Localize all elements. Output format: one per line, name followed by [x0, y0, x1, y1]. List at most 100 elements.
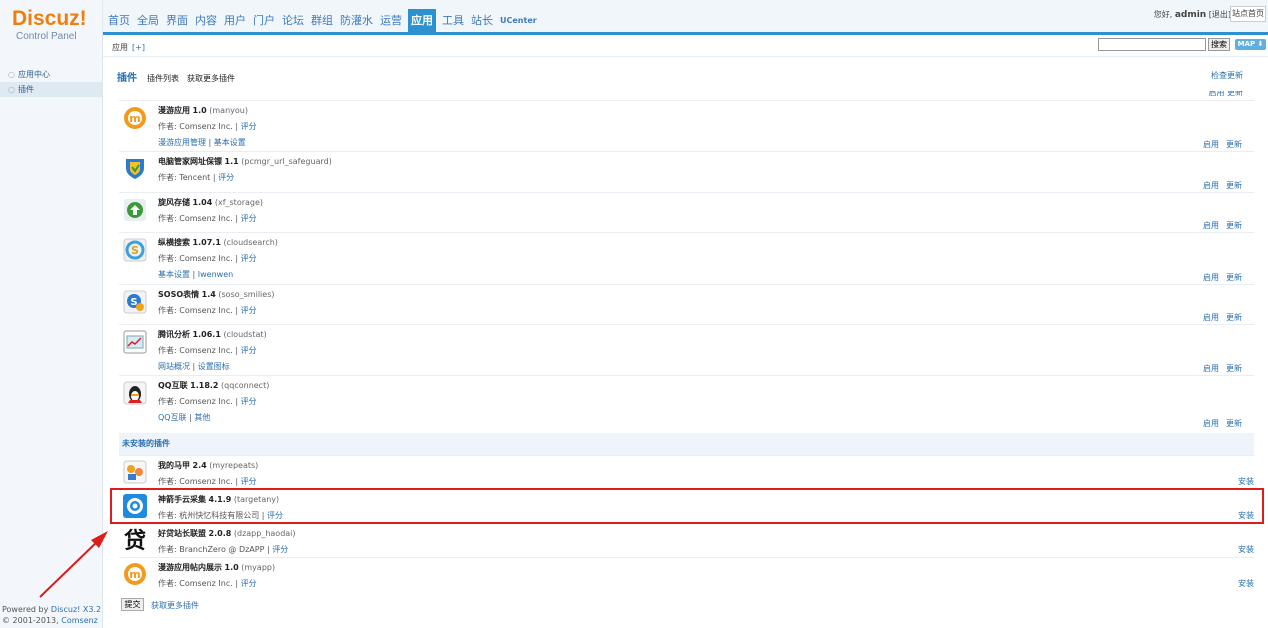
- update-link[interactable]: 更新: [1226, 273, 1242, 282]
- nav-item[interactable]: 论坛: [281, 9, 305, 33]
- plugin-actions: 启用 更新: [1203, 180, 1242, 191]
- plugin-links: 基本设置 | Iwenwen: [158, 270, 234, 279]
- site-home-button[interactable]: 站点首页: [1230, 6, 1266, 22]
- plugin-icon: m: [123, 562, 147, 586]
- nav-item[interactable]: 应用: [408, 9, 436, 33]
- get-more-plugins-link[interactable]: 获取更多插件: [151, 600, 199, 611]
- plugin-title: 好贷站长联盟: [158, 529, 206, 538]
- plugin-row: m 漫游应用 1.0 (manyou) 作者: Comsenz Inc. | 评分漫…: [119, 100, 1254, 151]
- check-update-link[interactable]: 检查更新: [1211, 70, 1243, 81]
- svg-text:m: m: [129, 568, 140, 581]
- nav-item[interactable]: 用户: [223, 9, 247, 33]
- map-button[interactable]: MAP ⬇: [1235, 39, 1266, 50]
- nav-item[interactable]: 全局: [136, 9, 160, 33]
- plugin-row: 电脑管家网址保镖 1.1 (pcmgr_url_safeguard) 作者: Te…: [119, 151, 1254, 192]
- enable-link[interactable]: 启用: [1203, 273, 1219, 282]
- rate-link[interactable]: 评分: [218, 173, 234, 182]
- plugin-link[interactable]: 网站概况: [158, 362, 190, 371]
- plugin-link[interactable]: Iwenwen: [198, 270, 233, 279]
- nav-item[interactable]: 内容: [194, 9, 218, 33]
- clipped-actions: 启用 更新: [1208, 91, 1243, 97]
- update-link[interactable]: 更新: [1226, 313, 1242, 322]
- nav-item[interactable]: 工具: [441, 9, 465, 33]
- update-link[interactable]: 更新: [1226, 221, 1242, 230]
- username: admin: [1174, 10, 1207, 20]
- plugin-name: 漫游应用 1.0 (manyou): [158, 105, 248, 116]
- update-link[interactable]: 更新: [1226, 419, 1242, 428]
- sub-bar: 应用 [+] 搜索 MAP ⬇: [103, 35, 1268, 57]
- enable-link[interactable]: 启用: [1203, 364, 1219, 373]
- enable-link[interactable]: 启用: [1203, 181, 1219, 190]
- rate-link[interactable]: 评分: [272, 545, 288, 554]
- top-bar: 首页 全局 界面 内容 用户 门户 论坛 群组 防灌水 运营 应用 工具 站长 UCenter 您好, a…: [103, 0, 1268, 35]
- rate-link[interactable]: 评分: [241, 397, 257, 406]
- plugin-id: (soso_smilies): [218, 290, 275, 299]
- sidebar-menu: ○ 应用中心 ○ 插件: [0, 67, 102, 97]
- powered-by: Powered by Discuz! X3.2 © 2001-2013, Com…: [2, 604, 102, 628]
- plugin-link[interactable]: 基本设置: [158, 270, 190, 279]
- plugin-row: S 纵横搜索 1.07.1 (cloudsearch) 作者: Comsenz In…: [119, 232, 1254, 284]
- nav-item[interactable]: 首页: [107, 9, 131, 33]
- plugin-version: 2.0.8: [208, 529, 232, 538]
- nav-item[interactable]: 运营: [379, 9, 403, 33]
- enable-link[interactable]: 启用: [1203, 313, 1219, 322]
- rate-link[interactable]: 评分: [241, 254, 257, 263]
- sidebar-item-plugins[interactable]: ○ 插件: [0, 82, 102, 97]
- plugin-name: 好贷站长联盟 2.0.8 (dzapp_haodai): [158, 528, 296, 539]
- rate-link[interactable]: 评分: [241, 579, 257, 588]
- page-title: 插件: [117, 73, 137, 84]
- plugin-link[interactable]: 其他: [194, 413, 210, 422]
- nav-item[interactable]: 界面: [165, 9, 189, 33]
- add-shortcut-link[interactable]: [+]: [132, 43, 145, 52]
- author-text: 作者: Comsenz Inc.: [158, 579, 233, 588]
- tab-plugin-list[interactable]: 插件列表: [147, 74, 179, 83]
- plugin-title: 电脑管家网址保镖: [158, 157, 222, 166]
- rate-link[interactable]: 评分: [241, 122, 257, 131]
- tab-get-more[interactable]: 获取更多插件: [187, 74, 235, 83]
- rate-link[interactable]: 评分: [241, 306, 257, 315]
- discuz-logo[interactable]: Discuz!: [12, 7, 87, 31]
- plugin-author: 作者: Comsenz Inc. | 评分: [158, 397, 257, 406]
- logout-link[interactable]: [退出]: [1209, 10, 1231, 19]
- author-text: 作者: Comsenz Inc.: [158, 397, 233, 406]
- nav-item[interactable]: UCenter: [499, 9, 538, 33]
- install-link[interactable]: 安装: [1238, 476, 1254, 487]
- plugin-link[interactable]: 设置图标: [198, 362, 230, 371]
- submit-button[interactable]: 提交: [121, 598, 144, 611]
- plugin-actions: 启用 更新: [1203, 220, 1242, 231]
- search-button[interactable]: 搜索: [1208, 38, 1230, 51]
- plugin-version: 1.06.1: [192, 330, 221, 339]
- search-input[interactable]: [1098, 38, 1206, 51]
- plugin-link[interactable]: QQ互联: [158, 413, 187, 422]
- uninstalled-plugin-row: m 漫游应用帖内展示 1.0 (myapp) 作者: Comsenz Inc. | …: [119, 557, 1254, 591]
- enable-link[interactable]: 启用: [1203, 221, 1219, 230]
- svg-text:m: m: [129, 112, 140, 125]
- plugin-author: 作者: Comsenz Inc. | 评分: [158, 579, 257, 588]
- breadcrumb: 应用 [+]: [112, 42, 145, 53]
- plugin-id: (dzapp_haodai): [233, 529, 296, 538]
- sidebar-item-app-center[interactable]: ○ 应用中心: [0, 67, 102, 82]
- nav-item[interactable]: 群组: [310, 9, 334, 33]
- update-link[interactable]: 更新: [1226, 181, 1242, 190]
- rate-link[interactable]: 评分: [241, 214, 257, 223]
- plugin-link[interactable]: 漫游应用管理: [158, 138, 206, 147]
- update-link[interactable]: 更新: [1226, 364, 1242, 373]
- install-link[interactable]: 安装: [1238, 544, 1254, 555]
- nav-item[interactable]: 站长: [470, 9, 494, 33]
- install-link[interactable]: 安装: [1238, 578, 1254, 589]
- plugin-name: 旋风存储 1.04 (xf_storage): [158, 197, 263, 208]
- plugin-link[interactable]: 基本设置: [214, 138, 246, 147]
- nav-item[interactable]: 防灌水: [339, 9, 374, 33]
- powered-label: Powered by: [2, 605, 49, 614]
- powered-link[interactable]: Discuz! X3.2: [51, 605, 101, 614]
- enable-link[interactable]: 启用: [1203, 419, 1219, 428]
- rate-link[interactable]: 评分: [241, 346, 257, 355]
- update-link[interactable]: 更新: [1226, 140, 1242, 149]
- enable-link[interactable]: 启用: [1203, 140, 1219, 149]
- rate-link[interactable]: 评分: [241, 477, 257, 486]
- plugin-author: 作者: Comsenz Inc. | 评分: [158, 214, 257, 223]
- plugin-id: (myrepeats): [209, 461, 259, 470]
- plugin-version: 1.04: [192, 198, 213, 207]
- nav-item[interactable]: 门户: [252, 9, 276, 33]
- plugin-row: 旋风存储 1.04 (xf_storage) 作者: Comsenz Inc. |…: [119, 192, 1254, 232]
